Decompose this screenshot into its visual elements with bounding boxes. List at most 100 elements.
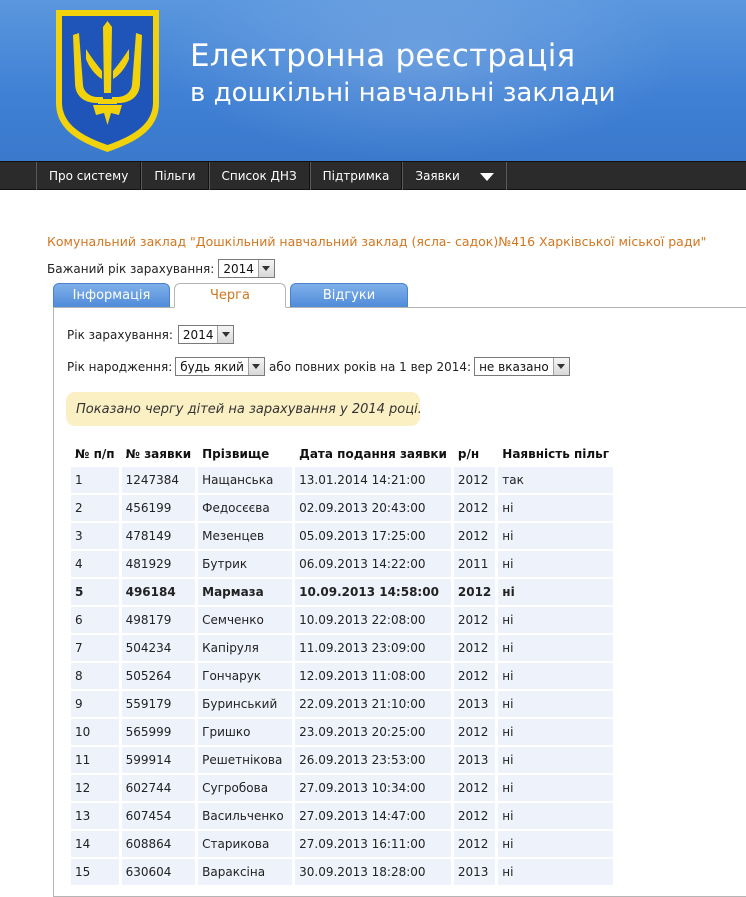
table-row: 8 505264 Гончарук 12.09.2013 11:08:00 2012 ні — [71, 663, 614, 689]
cell-application: 481929 — [121, 551, 196, 577]
birth-year-value: будь який — [180, 359, 244, 374]
cell-application: 456199 — [121, 495, 196, 521]
cell-surname: Вараксіна — [198, 859, 293, 885]
cell-application: 498179 — [121, 607, 196, 633]
cell-date: 27.09.2013 16:11:00 — [295, 831, 451, 857]
cell-benefits: ні — [498, 719, 614, 745]
cell-date: 27.09.2013 14:47:00 — [295, 803, 451, 829]
queue-table-body: 1 1247384 Нащанська 13.01.2014 14:21:00 2012… — [71, 467, 614, 885]
tab-information[interactable]: Інформація — [53, 283, 170, 307]
column-header-date: Дата подання заявки — [299, 446, 447, 461]
queue-notice: Показано чергу дітей на зарахування у 20… — [66, 392, 422, 426]
table-row: 2 456199 Федосєєва 02.09.2013 20:43:00 2012 н… — [71, 495, 614, 521]
desired-year-label: Бажаний рік зарахування: — [47, 261, 215, 276]
cell-birth-year: 2011 — [453, 551, 496, 577]
cell-surname: Мармаза — [198, 579, 293, 605]
enrollment-year-select[interactable]: 2014 — [177, 325, 235, 344]
table-row: 7 504234 Капіруля 11.09.2013 23:09:00 2012 ні — [71, 635, 614, 661]
cell-number: 6 — [71, 607, 119, 633]
cell-number: 2 — [71, 495, 119, 521]
birth-year-filter: Рік народження: будь який або повних рок… — [67, 357, 570, 376]
cell-birth-year: 2012 — [453, 803, 496, 829]
cell-date: 23.09.2013 20:25:00 — [295, 719, 451, 745]
cell-application: 559179 — [121, 691, 196, 717]
cell-date: 06.09.2013 14:22:00 — [295, 551, 451, 577]
enrollment-year-filter: Рік зарахування: 2014 — [67, 325, 235, 344]
column-header-birth-year: р/н — [457, 446, 480, 461]
cell-benefits: ні — [498, 551, 614, 577]
cell-birth-year: 2012 — [453, 663, 496, 689]
cell-date: 02.09.2013 20:43:00 — [295, 495, 451, 521]
cell-surname: Старикова — [198, 831, 293, 857]
cell-birth-year: 2013 — [453, 747, 496, 773]
cell-benefits: ні — [498, 803, 614, 829]
table-row: 4 481929 Бутрик 06.09.2013 14:22:00 2011 ні — [71, 551, 614, 577]
cell-application: 504234 — [121, 635, 196, 661]
cell-application: 1247384 — [121, 467, 196, 493]
cell-surname: Нащанська — [198, 467, 293, 493]
full-years-value: не вказано — [479, 359, 549, 374]
table-header-row: № п/п № заявки Прізвище Дата подання зая… — [71, 442, 613, 465]
cell-benefits: ні — [498, 747, 614, 773]
desired-year-value: 2014 — [223, 261, 254, 276]
cell-surname: Васильченко — [198, 803, 293, 829]
birth-year-select[interactable]: будь який — [175, 357, 265, 376]
cell-date: 12.09.2013 11:08:00 — [295, 663, 451, 689]
cell-benefits: ні — [498, 775, 614, 801]
desired-year-select[interactable]: 2014 — [218, 259, 275, 278]
table-row: 1 1247384 Нащанська 13.01.2014 14:21:00 2012… — [71, 467, 614, 493]
cell-application: 602744 — [121, 775, 196, 801]
cell-date: 22.09.2013 21:10:00 — [295, 691, 451, 717]
nav-item-support[interactable]: Підтримка — [309, 162, 403, 190]
tab-queue[interactable]: Черга — [174, 283, 286, 308]
cell-benefits: ні — [498, 635, 614, 661]
cell-birth-year: 2013 — [453, 859, 496, 885]
cell-surname: Решетнікова — [198, 747, 293, 773]
cell-birth-year: 2012 — [453, 607, 496, 633]
cell-benefits: ні — [498, 831, 614, 857]
cell-benefits: ні — [498, 523, 614, 549]
main-navbar: Про систему Пільги Список ДНЗ Підтримка … — [0, 161, 746, 190]
dropdown-arrow-icon — [479, 172, 494, 181]
full-years-label: або повних років на 1 вер 2014: — [268, 359, 472, 374]
cell-surname: Капіруля — [198, 635, 293, 661]
table-row: 9 559179 Буринський 22.09.2013 21:10:00 2013… — [71, 691, 614, 717]
cell-application: 496184 — [121, 579, 196, 605]
cell-application: 607454 — [121, 803, 196, 829]
cell-birth-year: 2012 — [453, 579, 496, 605]
cell-date: 05.09.2013 17:25:00 — [295, 523, 451, 549]
cell-number: 4 — [71, 551, 119, 577]
column-header-surname: Прізвище — [202, 446, 270, 461]
cell-number: 13 — [71, 803, 119, 829]
cell-benefits: ні — [498, 691, 614, 717]
chevron-down-icon — [247, 358, 264, 375]
cell-number: 5 — [71, 579, 119, 605]
cell-date: 11.09.2013 23:09:00 — [295, 635, 451, 661]
tab-reviews[interactable]: Відгуки — [290, 283, 408, 307]
nav-item-applications[interactable]: Заявки — [402, 162, 507, 190]
nav-item-kindergartens[interactable]: Список ДНЗ — [208, 162, 310, 190]
cell-benefits: ні — [498, 607, 614, 633]
column-header-application: № заявки — [125, 446, 192, 461]
cell-number: 9 — [71, 691, 119, 717]
column-header-number: № п/п — [75, 446, 115, 461]
full-years-select[interactable]: не вказано — [474, 357, 570, 376]
cell-application: 630604 — [121, 859, 196, 885]
cell-date: 13.01.2014 14:21:00 — [295, 467, 451, 493]
site-title-line2: в дошкільні навчальні заклади — [190, 78, 616, 108]
cell-birth-year: 2013 — [453, 691, 496, 717]
cell-benefits: ні — [498, 663, 614, 689]
cell-application: 565999 — [121, 719, 196, 745]
chevron-down-icon — [257, 260, 274, 277]
cell-surname: Сугробова — [198, 775, 293, 801]
cell-application: 599914 — [121, 747, 196, 773]
cell-application: 478149 — [121, 523, 196, 549]
desired-year-row: Бажаний рік зарахування: 2014 — [47, 259, 275, 278]
nav-item-about[interactable]: Про систему — [36, 162, 142, 190]
cell-number: 15 — [71, 859, 119, 885]
cell-number: 10 — [71, 719, 119, 745]
table-row: 11 599914 Решетнікова 26.09.2013 23:53:00 20… — [71, 747, 614, 773]
cell-surname: Федосєєва — [198, 495, 293, 521]
nav-item-benefits[interactable]: Пільги — [141, 162, 209, 190]
cell-number: 11 — [71, 747, 119, 773]
